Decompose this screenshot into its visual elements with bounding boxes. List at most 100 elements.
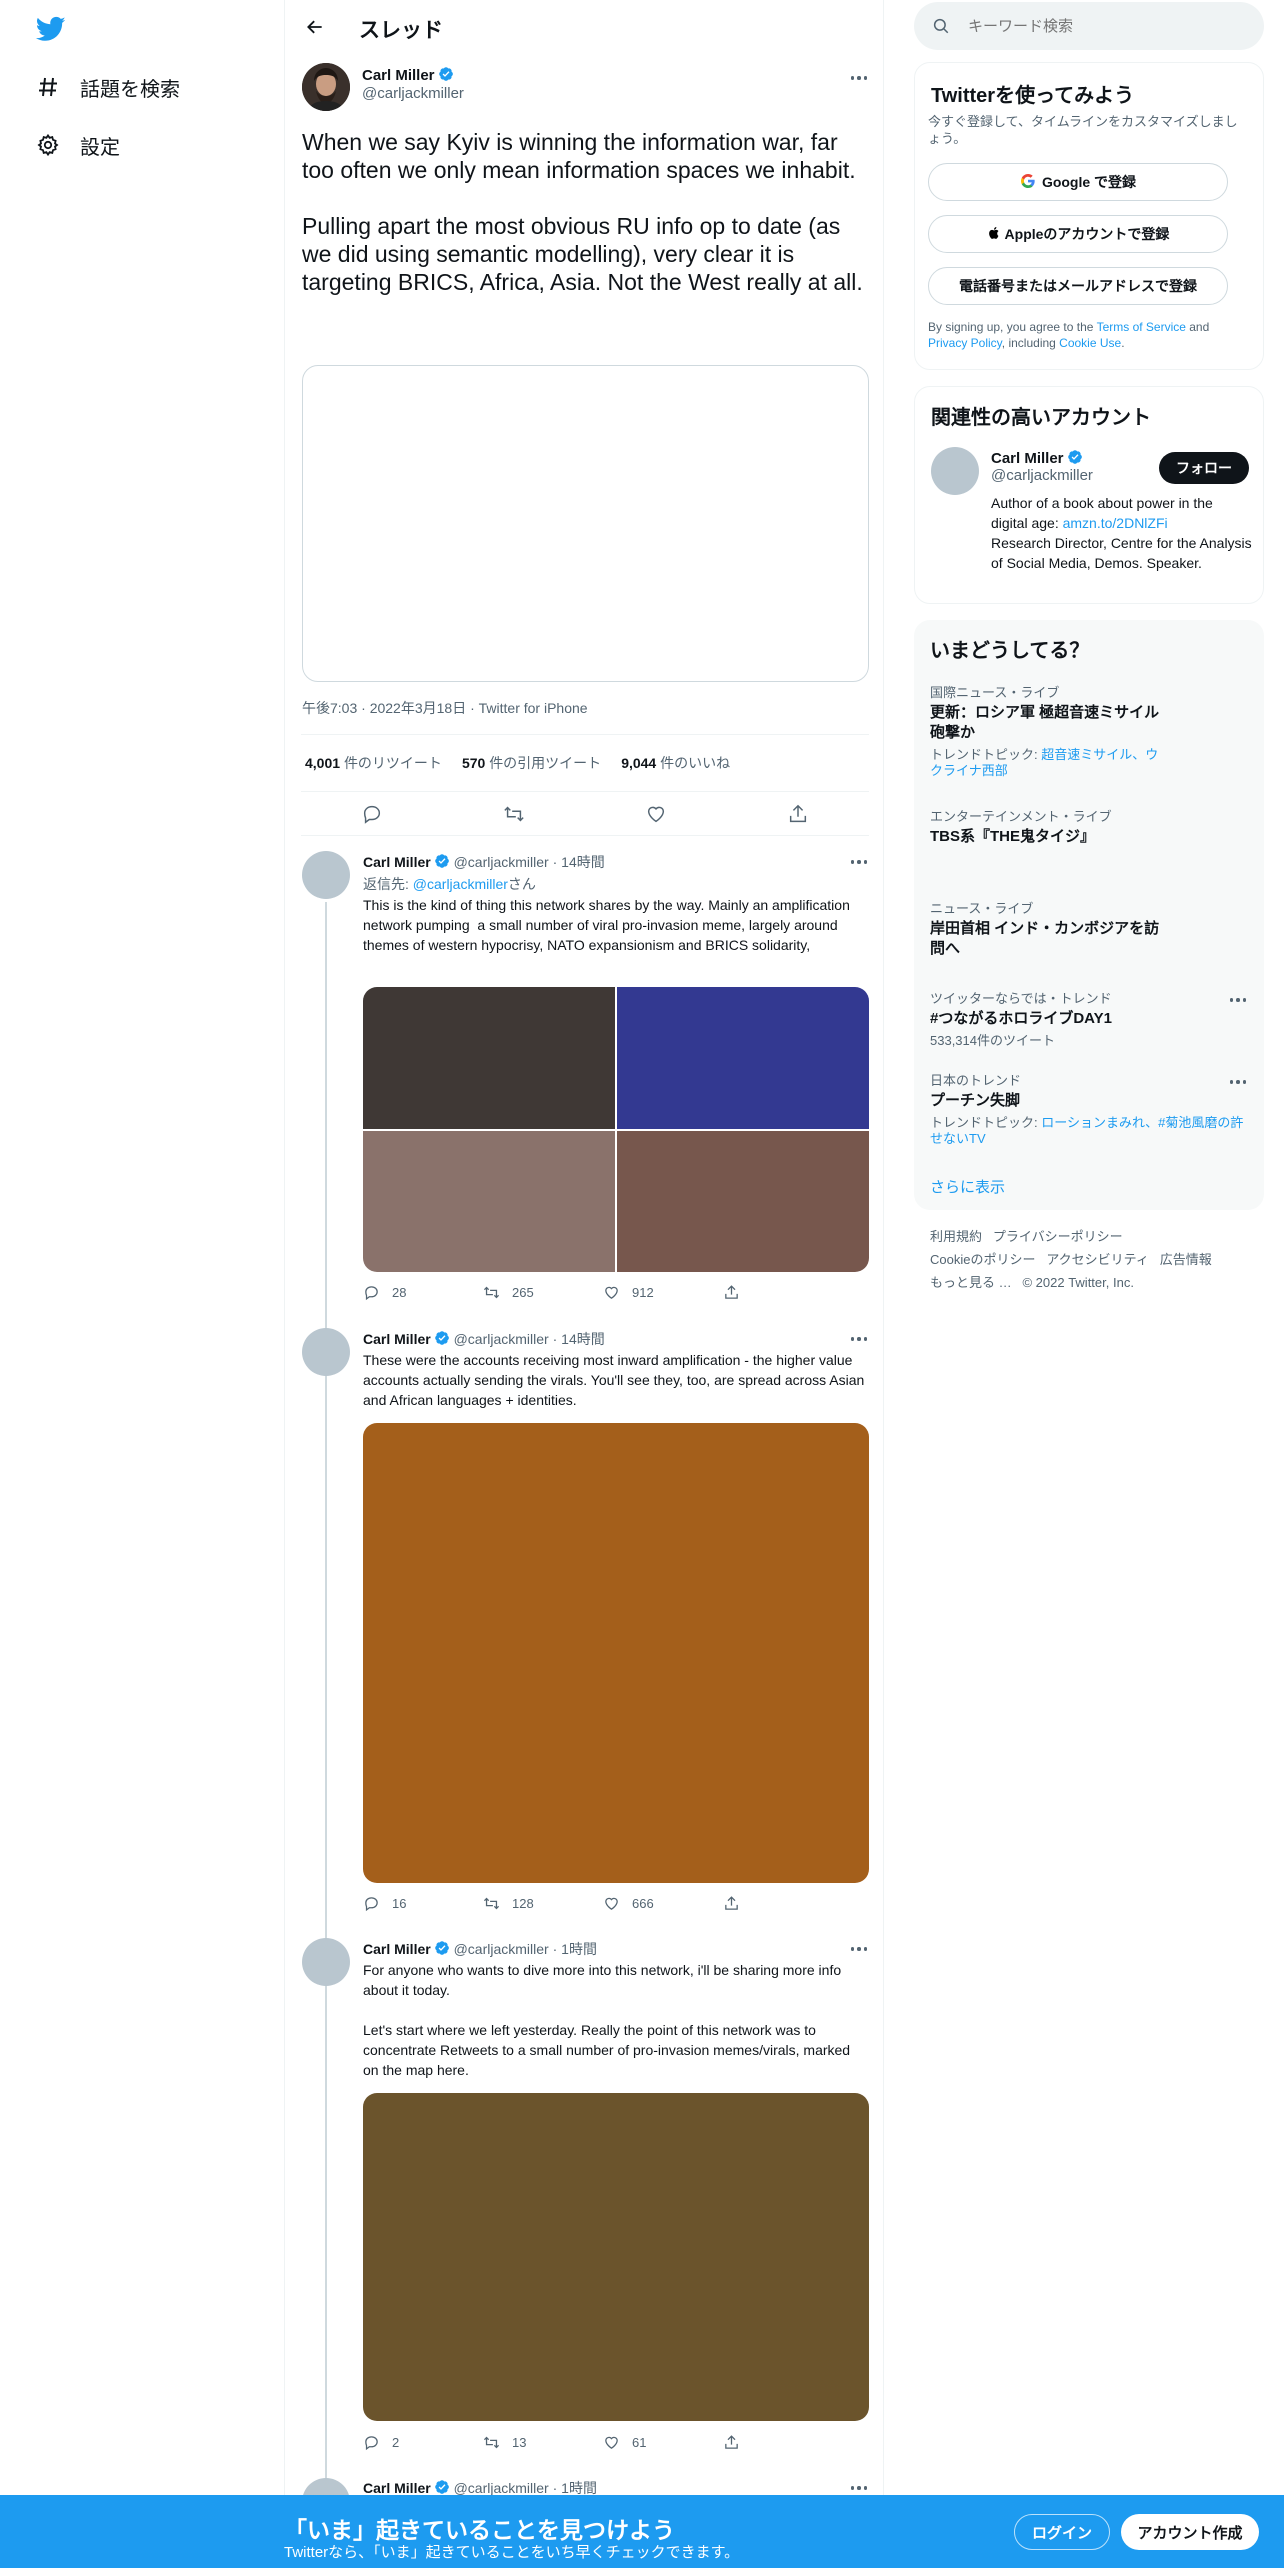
account-avatar[interactable]	[931, 447, 979, 495]
retweet-button[interactable]: 265	[483, 1284, 553, 1301]
retweet-button[interactable]: 13	[483, 2434, 553, 2451]
like-button[interactable]: 666	[603, 1895, 673, 1912]
phone-signup-label: 電話番号またはメールアドレスで登録	[959, 278, 1197, 294]
verified-badge-icon	[1067, 449, 1083, 465]
account-bio: Author of a book about power in the digi…	[991, 495, 1252, 571]
search-input[interactable]	[968, 17, 1248, 35]
reply-button[interactable]: 28	[363, 1284, 433, 1301]
verified-badge-icon	[434, 2479, 450, 2495]
apple-signup-button[interactable]: Appleのアカウントで登録	[928, 215, 1228, 253]
verified-badge-icon	[434, 1940, 450, 1956]
nav-settings[interactable]: 設定	[34, 123, 120, 167]
copyright: © 2022 Twitter, Inc.	[1022, 1275, 1134, 1290]
tweet-image[interactable]	[363, 2093, 869, 2421]
quote-count[interactable]: 570 件の引用ツイート	[462, 753, 601, 773]
reply-avatar[interactable]	[302, 1938, 350, 1986]
footer-link[interactable]: 利用規約	[930, 1229, 982, 1244]
like-icon[interactable]	[645, 803, 667, 825]
footer-link[interactable]: プライバシーポリシー	[993, 1229, 1123, 1244]
author-name: Carl Miller	[362, 67, 435, 84]
phone-email-signup-button[interactable]: 電話番号またはメールアドレスで登録	[928, 267, 1228, 305]
verified-badge-icon	[434, 853, 450, 869]
mention-link[interactable]: @carljackmiller	[413, 876, 508, 892]
tweet-timestamp[interactable]: 午後7:03 · 2022年3月18日 · Twitter for iPhone	[302, 698, 588, 718]
reply-actions: 16 128 666	[363, 1895, 793, 1912]
reply-to-line: 返信先: @carljackmillerさん	[363, 876, 536, 892]
like-button[interactable]: 912	[603, 1284, 673, 1301]
share-icon[interactable]	[723, 1895, 793, 1912]
reply-header[interactable]: Carl Miller @carljackmiller · 14時間	[363, 1329, 605, 1349]
footer-link[interactable]: 広告情報	[1160, 1252, 1212, 1267]
bio-link[interactable]: amzn.to/2DNlZFi	[1063, 515, 1168, 531]
trend-item[interactable]: 国際ニュース・ライブ 更新：ロシア軍 極超音速ミサイル砲撃か トレンドトピック:…	[930, 682, 1250, 779]
reply-avatar[interactable]	[302, 1328, 350, 1376]
reply-header[interactable]: Carl Miller @carljackmiller · 1時間	[363, 1939, 597, 1959]
main-tweet-actions	[301, 792, 869, 836]
tweet-image[interactable]	[363, 1130, 615, 1272]
more-options-icon[interactable]	[847, 68, 871, 88]
trends-title: いまどうしてる？	[930, 640, 1090, 662]
tweet-image[interactable]	[617, 987, 869, 1129]
trend-more-icon[interactable]	[1226, 990, 1250, 1010]
login-button[interactable]: ログイン	[1014, 2514, 1110, 2550]
google-signup-label: Google で登録	[1041, 174, 1137, 190]
more-options-icon[interactable]	[847, 1329, 871, 1349]
retweet-button[interactable]: 128	[483, 1895, 553, 1912]
google-signup-button[interactable]: Google で登録	[928, 163, 1228, 201]
search-bar[interactable]	[914, 2, 1264, 50]
follow-button[interactable]: フォロー	[1159, 452, 1249, 484]
create-account-button[interactable]: アカウント作成	[1121, 2514, 1259, 2550]
main-tweet-author[interactable]: Carl Miller @carljackmiller	[362, 66, 464, 103]
show-more-link[interactable]: さらに表示	[930, 1176, 1005, 1197]
trend-item[interactable]: ニュース・ライブ 岸田首相 インド・カンボジアを訪問へ	[930, 898, 1250, 959]
trend-more-icon[interactable]	[1226, 1072, 1250, 1092]
main-tweet-media[interactable]	[302, 365, 869, 682]
account-name: Carl Miller	[991, 450, 1064, 467]
verified-badge-icon	[434, 1330, 450, 1346]
gear-icon	[34, 131, 62, 159]
back-arrow-icon[interactable]	[301, 14, 329, 40]
trend-item[interactable]: エンターテインメント・ライブ TBS系『THE鬼タイジ』	[930, 806, 1250, 847]
tweet-image[interactable]	[363, 1423, 869, 1883]
google-icon	[1020, 173, 1036, 192]
retweet-count[interactable]: 4,001 件のリツイート	[305, 753, 442, 773]
reply-header[interactable]: Carl Miller @carljackmiller · 14時間	[363, 852, 605, 872]
more-options-icon[interactable]	[847, 852, 871, 872]
account-info[interactable]: Carl Miller @carljackmiller	[991, 449, 1093, 484]
share-icon[interactable]	[787, 803, 809, 825]
avatar[interactable]	[302, 63, 350, 111]
reply-avatar[interactable]	[302, 851, 350, 899]
share-icon[interactable]	[723, 2434, 793, 2451]
apple-icon	[987, 225, 1001, 244]
main-column: スレッド Carl Miller @carljackmiller When we…	[284, 0, 884, 2568]
thread-line	[325, 902, 327, 2495]
reply-text: This is the kind of thing this network s…	[363, 897, 854, 953]
signup-card: Twitterを使ってみよう 今すぐ登録して、タイムラインをカスタマイズしましょ…	[914, 62, 1264, 370]
nav-explore[interactable]: 話題を検索	[34, 65, 180, 109]
tweet-image[interactable]	[617, 1130, 869, 1272]
like-count[interactable]: 9,044 件のいいね	[621, 753, 730, 773]
trends-card: いまどうしてる？ 国際ニュース・ライブ 更新：ロシア軍 極超音速ミサイル砲撃か …	[914, 620, 1264, 1210]
footer-more-link[interactable]: もっと見る …	[930, 1275, 1012, 1290]
reply-actions: 2 13 61	[363, 2434, 793, 2451]
thread-header: スレッド	[285, 0, 885, 53]
terms-link[interactable]: Terms of Service	[1097, 320, 1186, 334]
share-icon[interactable]	[723, 1284, 793, 1301]
cookie-link[interactable]: Cookie Use	[1059, 336, 1121, 350]
footer-link[interactable]: アクセシビリティ	[1046, 1252, 1149, 1267]
reply-button[interactable]: 16	[363, 1895, 433, 1912]
relevant-accounts-card: 関連性の高いアカウント Carl Miller @carljackmiller …	[914, 386, 1264, 604]
more-options-icon[interactable]	[847, 1939, 871, 1959]
page-title: スレッド	[359, 19, 443, 42]
like-button[interactable]: 61	[603, 2434, 673, 2451]
tweet-image[interactable]	[363, 987, 615, 1129]
privacy-link[interactable]: Privacy Policy	[928, 336, 1002, 350]
trend-item[interactable]: 日本のトレンド プーチン失脚 トレンドトピック: ローションまみれ、#菊池風磨の…	[930, 1070, 1250, 1147]
reply-icon[interactable]	[361, 803, 383, 825]
twitter-logo-icon[interactable]	[34, 14, 68, 44]
retweet-icon[interactable]	[503, 803, 525, 825]
reply-button[interactable]: 2	[363, 2434, 433, 2451]
footer-link[interactable]: Cookieのポリシー	[930, 1252, 1035, 1267]
trend-item[interactable]: ツイッターならでは・トレンド #つながるホロライブDAY1 533,314件のツ…	[930, 988, 1250, 1049]
left-nav: 話題を検索 設定	[0, 0, 284, 2568]
